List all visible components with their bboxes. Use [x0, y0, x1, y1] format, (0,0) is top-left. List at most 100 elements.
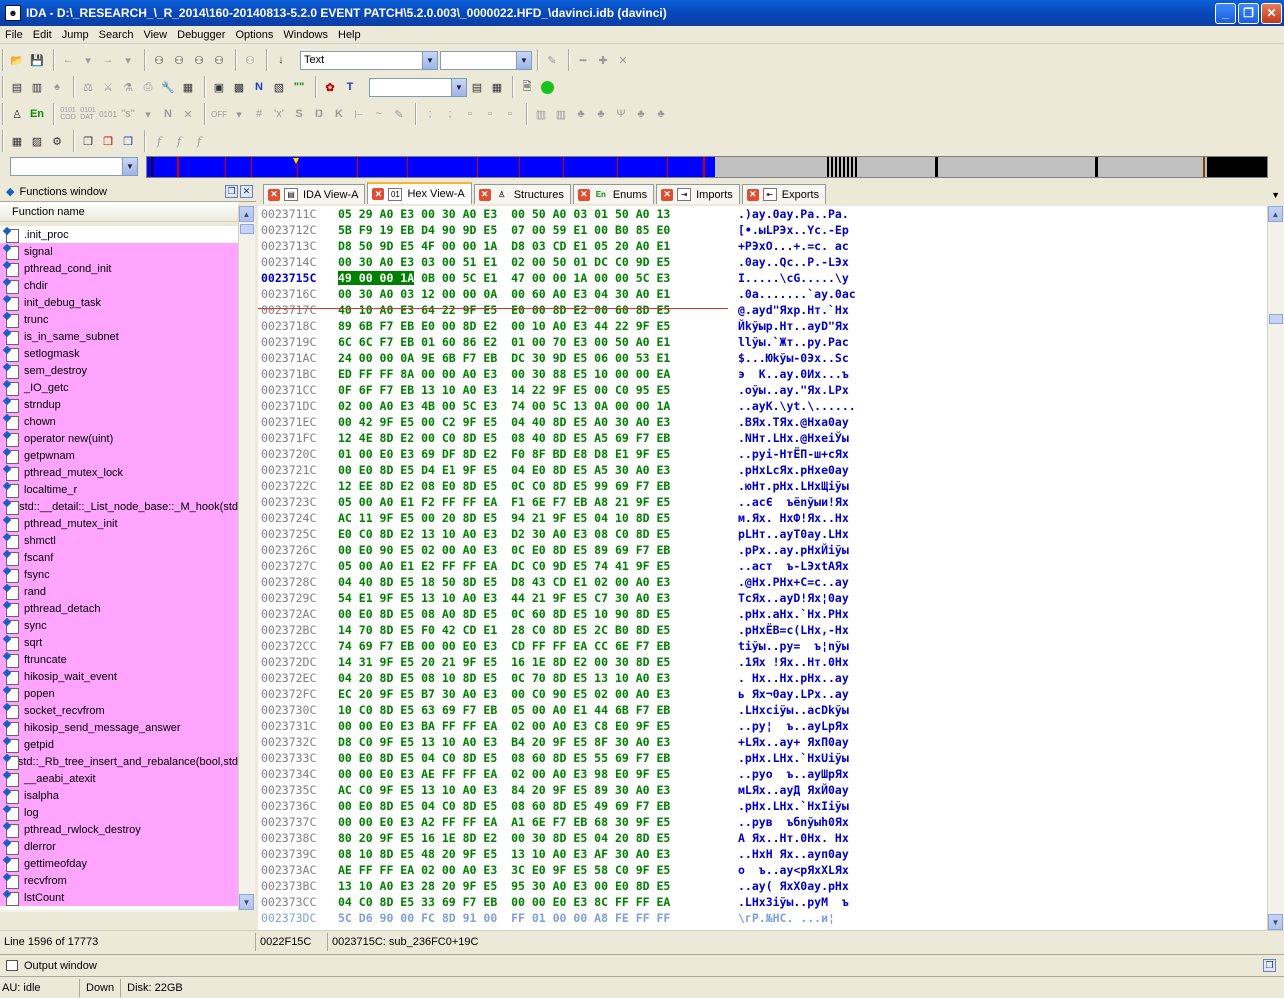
function-list[interactable]: .init_proc signal pthread_cond_init chdir in… [0, 226, 238, 910]
hex-ascii[interactable]: I.....\cG.....\y [738, 271, 849, 285]
scroll-thumb[interactable] [1269, 314, 1283, 324]
function-list-item[interactable]: sync [0, 617, 238, 634]
function-list-item[interactable]: isalpha [0, 787, 238, 804]
hex-bytes[interactable]: 00 E0 8D E5 04 C0 8D E5 08 60 8D E5 55 6… [338, 751, 738, 765]
hex-bytes[interactable]: 00 00 E0 E3 A2 FF FF EA A1 6E F7 EB 68 3… [338, 815, 738, 829]
function-add-icon[interactable]: ▨ [27, 131, 47, 151]
hex-bytes[interactable]: 08 10 8D E5 48 20 9F E5 13 10 A0 E3 AF 3… [338, 847, 738, 861]
hex-bytes[interactable]: 12 EE 8D E2 08 E0 8D E5 0C C0 8D E5 99 6… [338, 479, 738, 493]
binoculars-text-icon[interactable]: ⚇ [189, 50, 209, 70]
hex-ascii[interactable]: .pНх.LНх.`НхIiўы [738, 799, 849, 813]
wing-icon[interactable]: Ψ [611, 104, 631, 124]
hex-bytes[interactable]: 00 00 E0 E3 AE FF FF EA 02 00 A0 E3 98 E… [338, 767, 738, 781]
char-icon[interactable]: 'x' [269, 104, 289, 124]
call-graph-icon[interactable]: ⚗ [118, 77, 138, 97]
function-list-item[interactable]: ftruncate [0, 651, 238, 668]
hex-row[interactable]: 0023719C 6C 6C F7 EB 01 60 86 E2 01 00 70… [258, 334, 1267, 350]
close-tab-icon[interactable]: ✕ [661, 188, 674, 201]
close-tab-icon[interactable]: ✕ [577, 188, 590, 201]
function-list-item[interactable]: shmctl [0, 532, 238, 549]
chevron-down-icon[interactable]: ▼ [422, 51, 437, 69]
hex-ascii[interactable]: о ъ..ay<pЯхXLЯх [738, 863, 849, 877]
save-icon[interactable]: 💾 [27, 50, 47, 70]
hex-ascii[interactable]: .LНх3iўы..pyМ ъ [738, 895, 849, 909]
hex-bytes[interactable]: 00 00 E0 E3 BA FF FF EA 02 00 A0 E3 C8 E… [338, 719, 738, 733]
tile-blue-icon[interactable]: ❐ [118, 131, 138, 151]
hex-bytes[interactable]: 02 00 A0 E3 4B 00 5C E3 74 00 5C 13 0A 0… [338, 399, 738, 413]
hex-view[interactable]: 0023711C 05 29 A0 E3 00 30 A0 E3 00 50 A0… [258, 206, 1267, 930]
function-list-item[interactable]: chown [0, 413, 238, 430]
hex-row[interactable]: 0023716C 00 30 A0 03 12 00 00 0A 00 60 A0… [258, 286, 1267, 302]
tab-structures[interactable]: ✕ ♙ Structures [473, 184, 571, 204]
hex-row[interactable]: 002371AC 24 00 00 0A 9E 6B F7 EB DC 30 9D… [258, 350, 1267, 366]
hex-ascii[interactable]: $...Юkўы-0Эх..Sc [738, 351, 849, 365]
hex-row[interactable]: 0023715C 49 00 00 1A 0B 00 5C E1 47 00 00… [258, 270, 1267, 286]
scroll-down-button[interactable]: ▼ [239, 894, 254, 910]
problems-icon[interactable]: ✿ [320, 77, 340, 97]
hex-row[interactable]: 002372DC 14 31 9F E5 20 21 9F E5 16 1E 8D… [258, 654, 1267, 670]
hex-ascii[interactable]: ..py¦ ъ..ayLpЯх [738, 719, 849, 733]
menu-file[interactable]: File [0, 29, 28, 41]
function-list-item[interactable]: pthread_mutex_lock [0, 464, 238, 481]
navigator-band[interactable] [146, 156, 1268, 178]
function-list-item[interactable]: localtime_r [0, 481, 238, 498]
hex-bytes[interactable]: 5B F9 19 EB D4 90 9D E5 07 00 59 E1 00 B… [338, 223, 738, 237]
n-icon[interactable]: N [158, 104, 178, 124]
hex-row[interactable]: 0023737C 00 00 E0 E3 A2 FF FF EA A1 6E F7… [258, 814, 1267, 830]
tab-hex-view-a[interactable]: ✕ 01 Hex View-A [367, 182, 472, 204]
data-array-icon[interactable]: 0101 [98, 104, 118, 124]
dropdown-arrow-icon[interactable]: ▾ [229, 104, 249, 124]
close-tab-icon[interactable]: ✕ [372, 188, 385, 200]
pencil-icon[interactable]: ✎ [542, 50, 562, 70]
segment-s-icon[interactable]: S [289, 104, 309, 124]
tabs-dropdown-icon[interactable]: ▼ [1271, 190, 1280, 200]
function-list-item[interactable]: hikosip_send_message_answer [0, 719, 238, 736]
hex-row[interactable]: 0023720C 01 00 E0 E3 69 DF 8D E2 F0 8F BD… [258, 446, 1267, 462]
function-list-item[interactable]: gettimeofday [0, 855, 238, 872]
hex-bytes[interactable]: EC 20 9F E5 B7 30 A0 E3 00 C0 90 E5 02 0… [338, 687, 738, 701]
hex-bytes[interactable]: 00 30 A0 E3 03 00 51 E1 02 00 50 01 DC C… [338, 255, 738, 269]
cross-icon[interactable]: ✕ [613, 50, 633, 70]
hex-bytes[interactable]: 05 00 A0 E1 F2 FF FF EA F1 6E F7 EB A8 2… [338, 495, 738, 509]
hex-ascii[interactable]: .pНх.аНх.`Нх.РНх [738, 607, 849, 621]
stack-var-icon[interactable]: K [329, 104, 349, 124]
hex-row[interactable]: 0023732C D8 C0 9F E5 13 10 A0 E3 B4 20 9F… [258, 734, 1267, 750]
restore-output-button[interactable]: ❐ [1263, 959, 1276, 972]
hex-row[interactable]: 0023736C 00 E0 8D E5 04 C0 8D E5 08 60 8D… [258, 798, 1267, 814]
hex-ascii[interactable]: .0ay..Qc..P.-LЭх [738, 255, 849, 269]
function-list-item[interactable]: fsync [0, 566, 238, 583]
settings-gear-icon[interactable]: ⚙ [47, 131, 67, 151]
hex-ascii[interactable]: .юНт.pНх.LНхЩiўы [738, 479, 849, 493]
hex-ascii[interactable]: .oўы..ay."Ях.LРх [738, 383, 849, 397]
hex-row[interactable]: 002371EC 00 42 9F E5 00 C2 9F E5 04 40 8D… [258, 414, 1267, 430]
hex-bytes[interactable]: E0 C0 8D E2 13 10 A0 E3 D2 30 A0 E3 08 C… [338, 527, 738, 541]
hex-ascii[interactable]: .1Ях !Ях..Нт.0Нх [738, 655, 849, 669]
scroll-up-button[interactable]: ▲ [239, 206, 254, 222]
hex-ascii[interactable]: А Ях..Нт.0Нх. Нх [738, 831, 849, 845]
graph-view-icon[interactable]: ▥ [27, 77, 47, 97]
hex-ascii[interactable]: м.Ях. НхФ!Ях..Нх [738, 511, 849, 525]
functions-vertical-scrollbar[interactable]: ▲ ▼ [238, 206, 255, 910]
function-list-item[interactable]: fscanf [0, 549, 238, 566]
selected-bytes[interactable]: 49 00 00 1A [338, 271, 415, 285]
scroll-down-button[interactable]: ▼ [1268, 914, 1283, 930]
hex-bytes[interactable]: 6C 6C F7 EB 01 60 86 E2 01 00 70 E3 00 5… [338, 335, 738, 349]
text-view-icon[interactable]: ▤ [7, 77, 27, 97]
hex-bytes[interactable]: 04 20 8D E5 08 10 8D E5 0C 70 8D E5 13 1… [338, 671, 738, 685]
hex-ascii[interactable]: pLНт..ayT0ay.LНх [738, 527, 849, 541]
hex-row[interactable]: 0023722C 12 EE 8D E2 08 E0 8D E5 0C C0 8D… [258, 478, 1267, 494]
hex-bytes[interactable]: 0F 6F F7 EB 13 10 A0 E3 14 22 9F E5 00 C… [338, 383, 738, 397]
menu-windows[interactable]: Windows [278, 29, 333, 41]
menu-edit[interactable]: Edit [28, 29, 57, 41]
hex-bytes[interactable]: ED FF FF 8A 00 00 A0 E3 00 30 88 E5 10 0… [338, 367, 738, 381]
hex-ascii[interactable]: +PЭхO...+.=c. ac [738, 239, 849, 253]
layout-icon[interactable]: ▥ [551, 104, 571, 124]
hex-bytes[interactable]: 01 00 E0 E3 69 DF 8D E2 F0 8F BD E8 D8 E… [338, 447, 738, 461]
hex-ascii[interactable]: ..acт ъ-LЭхtAЯх [738, 559, 849, 573]
hex-ascii[interactable]: .)ay.0ay.Pa..Pa. [738, 207, 849, 221]
names-icon[interactable]: N [249, 77, 269, 97]
string-s-icon[interactable]: "s" [118, 104, 138, 124]
function-list-item[interactable]: sqrt [0, 634, 238, 651]
hex-bytes[interactable]: 00 E0 8D E5 08 A0 8D E5 0C 60 8D E5 10 9… [338, 607, 738, 621]
function-list-item[interactable]: hikosip_wait_event [0, 668, 238, 685]
